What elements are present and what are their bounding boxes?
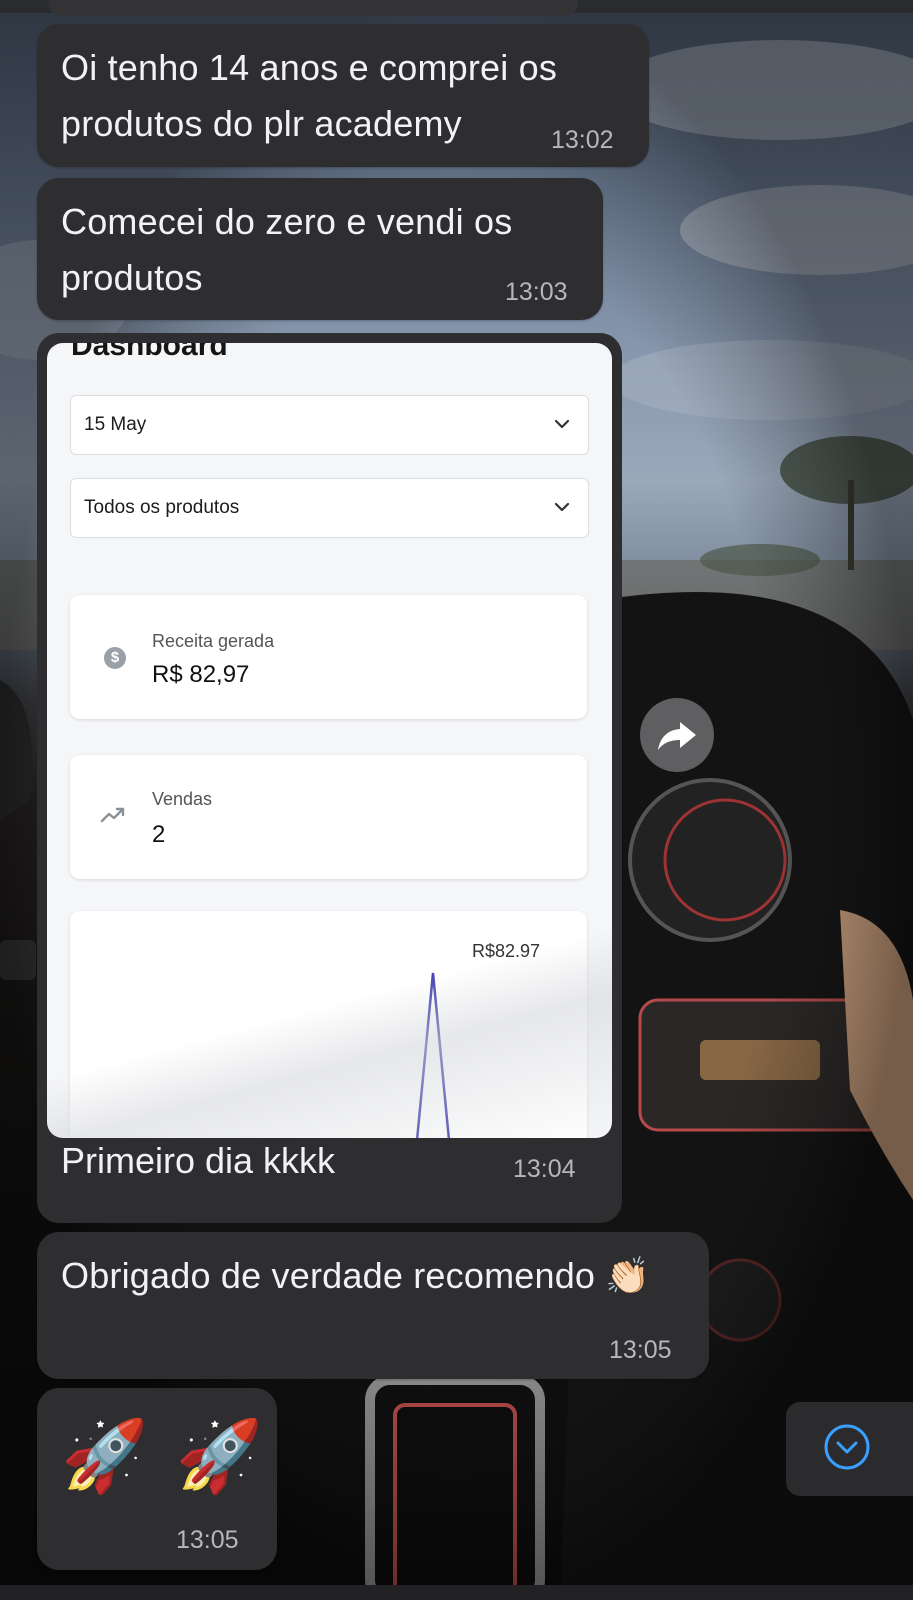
product-dropdown-label: Todos os produtos (84, 497, 240, 518)
dashboard-screenshot[interactable]: Dashboard 15 May Todos os produtos $ Rec… (47, 343, 612, 1138)
chevron-down-icon (554, 502, 570, 512)
message-bubble[interactable]: 🚀 🚀 13:05 (37, 1388, 277, 1570)
sales-label: Vendas (152, 789, 213, 809)
dashboard-title: Dashboard (71, 343, 228, 362)
sales-value: 2 (152, 821, 166, 848)
dollar-icon: $ (104, 647, 126, 669)
message-text: 🚀 🚀 (61, 1417, 267, 1495)
scroll-to-bottom-button[interactable] (786, 1402, 913, 1496)
revenue-label: Receita gerada (152, 631, 275, 651)
chart-plot (415, 972, 451, 1138)
trend-up-icon (100, 807, 125, 823)
image-caption: Primeiro dia kkkk (61, 1140, 336, 1181)
message-text: Obrigado de verdade recomendo 👏🏻 (61, 1255, 651, 1296)
bottom-bar (0, 1585, 913, 1600)
product-dropdown: Todos os produtos (70, 478, 589, 538)
message-time: 13:05 (609, 1336, 672, 1364)
chevron-down-icon (554, 419, 570, 429)
message-time: 13:04 (513, 1155, 576, 1183)
previous-message-edge (48, 0, 578, 16)
message-bubble[interactable]: Oi tenho 14 anos e comprei os produtos d… (37, 24, 649, 167)
date-dropdown-label: 15 May (84, 414, 147, 435)
message-bubble[interactable]: Comecei do zero e vendi os produtos 13:0… (37, 178, 603, 320)
revenue-card: $ Receita gerada R$ 82,97 (70, 595, 587, 719)
share-arrow-icon (658, 722, 696, 750)
revenue-value: R$ 82,97 (152, 661, 250, 688)
message-text: Oi tenho 14 anos e comprei os produtos d… (61, 47, 558, 144)
message-text: Comecei do zero e vendi os produtos (61, 201, 513, 298)
message-time: 13:02 (551, 126, 614, 154)
revenue-chart: R$82.97 (70, 911, 587, 1138)
revenue-line (415, 972, 451, 1138)
share-button[interactable] (640, 698, 714, 772)
sales-card: Vendas 2 (70, 755, 587, 879)
message-time: 13:05 (176, 1526, 239, 1554)
chevron-down-circle-icon (824, 1424, 870, 1470)
message-time: 13:03 (505, 278, 568, 306)
message-bubble[interactable]: Obrigado de verdade recomendo 👏🏻 13:05 (37, 1232, 709, 1379)
image-message[interactable]: Dashboard 15 May Todos os produtos $ Rec… (37, 333, 622, 1223)
date-dropdown: 15 May (70, 395, 589, 455)
